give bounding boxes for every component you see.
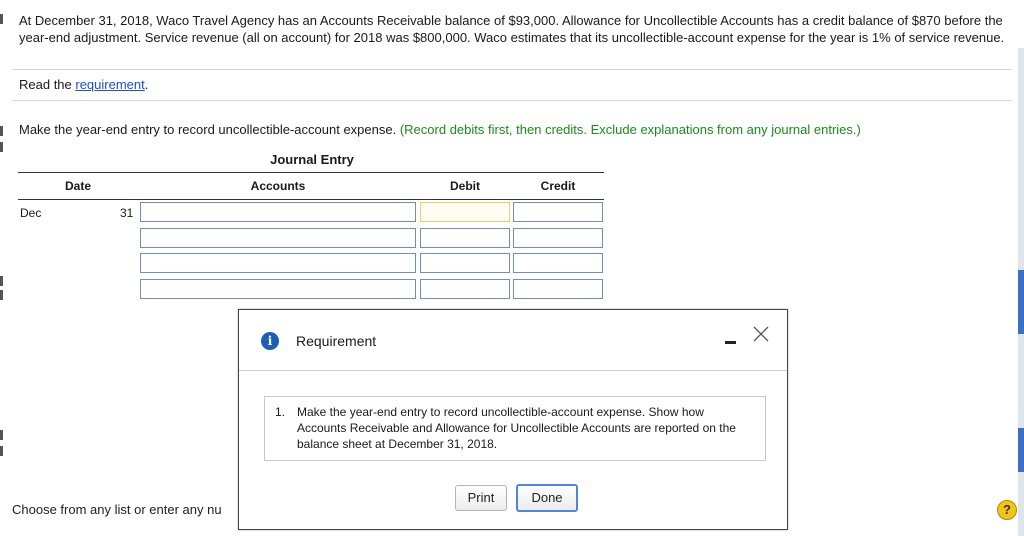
edge-mark <box>0 446 3 456</box>
edge-mark <box>0 142 3 152</box>
requirement-link[interactable]: requirement <box>75 77 144 92</box>
requirement-box: 1. Make the year-end entry to record unc… <box>264 396 766 461</box>
credit-input-row-3[interactable] <box>513 253 603 273</box>
minimize-icon[interactable] <box>725 341 736 344</box>
column-header-accounts: Accounts <box>250 179 306 193</box>
journal-entry-title: Journal Entry <box>270 152 354 167</box>
account-input-row-4[interactable] <box>140 279 416 299</box>
scrollbar-marker <box>1018 428 1024 472</box>
requirement-number: 1. <box>275 405 286 419</box>
dialog-title: Requirement <box>296 333 377 349</box>
date-month: Dec <box>20 206 42 220</box>
column-header-credit: Credit <box>540 179 576 193</box>
info-icon: i <box>261 332 279 350</box>
instruction: Make the year-end entry to record uncoll… <box>19 122 861 137</box>
edge-mark <box>0 430 3 440</box>
done-button[interactable]: Done <box>516 484 578 512</box>
left-edge <box>0 0 3 536</box>
account-input-row-2[interactable] <box>140 228 416 248</box>
scrollbar-track[interactable] <box>1018 48 1024 536</box>
edge-mark <box>0 276 3 286</box>
edge-mark <box>0 290 3 300</box>
account-input-row-1[interactable] <box>140 202 416 222</box>
date-day: 31 <box>120 206 134 220</box>
edge-mark <box>0 14 3 24</box>
read-requirement-suffix: . <box>144 77 149 92</box>
instruction-main: Make the year-end entry to record uncoll… <box>19 122 397 137</box>
debit-input-row-3[interactable] <box>420 253 510 273</box>
debit-input-row-1[interactable] <box>420 202 510 222</box>
close-icon[interactable] <box>751 324 771 344</box>
read-requirement-prefix: Read the <box>19 77 76 92</box>
debit-input-row-4[interactable] <box>420 279 510 299</box>
journal-rule-top <box>18 172 604 173</box>
dialog-header: i Requirement <box>239 310 787 371</box>
edge-mark <box>0 126 3 136</box>
problem-statement: At December 31, 2018, Waco Travel Agency… <box>19 13 1005 45</box>
divider <box>12 100 1012 101</box>
instruction-hint: (Record debits first, then credits. Excl… <box>399 122 861 137</box>
credit-input-row-1[interactable] <box>513 202 603 222</box>
column-header-debit: Debit <box>450 179 480 193</box>
requirement-dialog: i Requirement 1. Make the year-end entry… <box>238 309 788 530</box>
scrollbar-marker <box>1018 270 1024 334</box>
help-icon[interactable]: ? <box>997 500 1017 520</box>
divider <box>12 69 1012 70</box>
column-header-date: Date <box>64 179 91 193</box>
journal-rule-header <box>18 199 604 200</box>
debit-input-row-2[interactable] <box>420 228 510 248</box>
read-requirement: Read the requirement. <box>19 77 148 92</box>
credit-input-row-4[interactable] <box>513 279 603 299</box>
credit-input-row-2[interactable] <box>513 228 603 248</box>
print-button[interactable]: Print <box>455 485 507 511</box>
choose-instruction: Choose from any list or enter any nu <box>12 502 222 517</box>
requirement-text: Make the year-end entry to record uncoll… <box>297 405 736 451</box>
account-input-row-3[interactable] <box>140 253 416 273</box>
